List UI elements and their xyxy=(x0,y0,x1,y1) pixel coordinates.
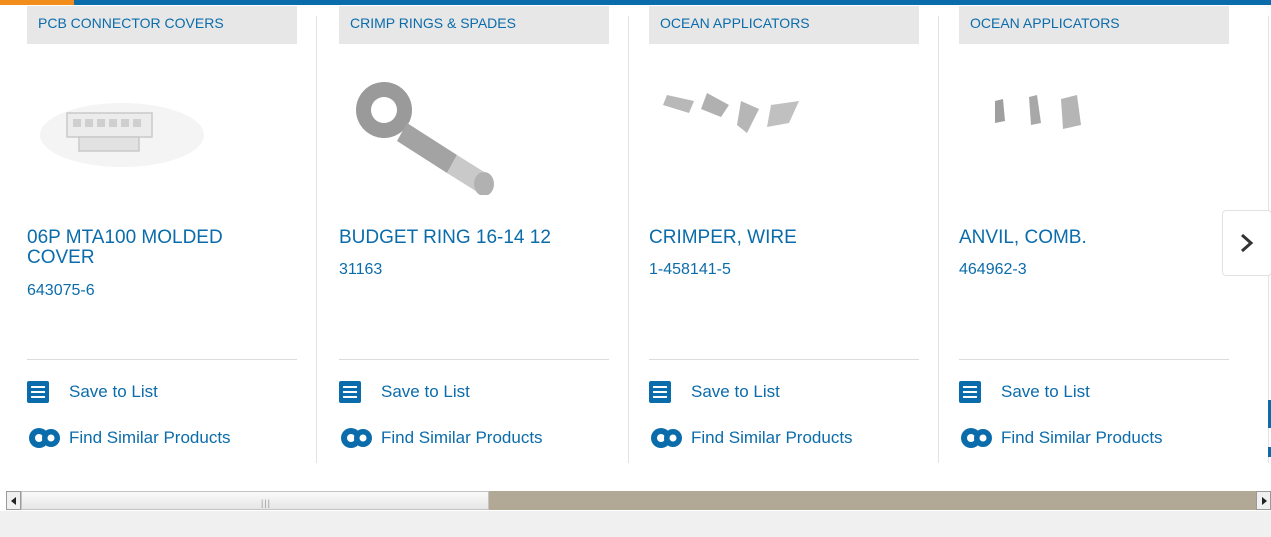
horizontal-scrollbar[interactable]: ||| xyxy=(6,491,1271,510)
save-to-list-label: Save to List xyxy=(381,382,470,401)
product-title[interactable]: ANVIL, COMB. xyxy=(959,228,1219,248)
gears-icon xyxy=(961,428,992,448)
find-similar-label: Find Similar Products xyxy=(1001,428,1163,447)
triangle-right-icon xyxy=(1261,496,1267,505)
part-number[interactable]: 643075-6 xyxy=(27,282,95,300)
part-number[interactable]: 464962-3 xyxy=(959,261,1027,279)
category-chip[interactable]: OCEAN APPLICATORS xyxy=(959,6,1229,44)
checklist-icon xyxy=(27,381,49,403)
product-image[interactable] xyxy=(959,65,1149,195)
product-title[interactable]: BUDGET RING 16-14 12 xyxy=(339,228,599,248)
chevron-right-icon xyxy=(1241,233,1254,253)
carousel-next-button[interactable] xyxy=(1222,210,1271,276)
gears-icon xyxy=(651,428,682,448)
part-number[interactable]: 1-458141-5 xyxy=(649,261,731,279)
find-similar-label: Find Similar Products xyxy=(691,428,853,447)
find-similar-button[interactable]: Find Similar Products xyxy=(339,426,543,450)
product-title[interactable]: CRIMPER, WIRE xyxy=(649,228,909,248)
save-to-list-button[interactable]: Save to List xyxy=(27,381,158,403)
card-separator xyxy=(628,16,629,463)
category-chip[interactable]: OCEAN APPLICATORS xyxy=(649,6,919,44)
card-divider xyxy=(649,359,919,360)
checklist-icon xyxy=(649,381,671,403)
checklist-icon xyxy=(339,381,361,403)
gears-icon xyxy=(29,428,60,448)
card-divider xyxy=(339,359,609,360)
category-chip[interactable]: CRIMP RINGS & SPADES xyxy=(339,6,609,44)
find-similar-button[interactable]: Find Similar Products xyxy=(27,426,231,450)
card-separator xyxy=(938,16,939,463)
product-image[interactable] xyxy=(649,65,839,195)
gears-icon xyxy=(341,428,372,448)
save-to-list-button[interactable]: Save to List xyxy=(339,381,470,403)
category-chip[interactable]: PCB CONNECTOR COVERS xyxy=(27,6,297,44)
find-similar-label: Find Similar Products xyxy=(381,428,543,447)
card-divider xyxy=(27,359,297,360)
find-similar-button[interactable]: Find Similar Products xyxy=(649,426,853,450)
product-title[interactable]: 06P MTA100 MOLDED COVER xyxy=(27,228,287,268)
save-to-list-label: Save to List xyxy=(691,382,780,401)
part-number[interactable]: 31163 xyxy=(339,261,382,279)
scroll-track[interactable] xyxy=(489,491,1256,510)
checklist-icon xyxy=(959,381,981,403)
product-card: CRIMP RINGS & SPADES BUDGET RING 16-14 1… xyxy=(339,0,629,465)
scroll-thumb[interactable]: ||| xyxy=(21,491,489,510)
product-carousel: PCB CONNECTOR COVERS 06P MTA100 MOLDED C… xyxy=(0,0,1271,465)
triangle-left-icon xyxy=(10,496,16,505)
card-separator xyxy=(316,16,317,463)
save-to-list-button[interactable]: Save to List xyxy=(649,381,780,403)
save-to-list-label: Save to List xyxy=(69,382,158,401)
scroll-left-button[interactable] xyxy=(6,491,21,510)
product-image[interactable] xyxy=(27,65,217,195)
product-image[interactable] xyxy=(339,65,529,195)
product-card: OCEAN APPLICATORS ANVIL, COMB. 464962-3 … xyxy=(959,0,1229,465)
product-card: OCEAN APPLICATORS CRIMPER, WIRE 1-458141… xyxy=(649,0,939,465)
card-divider xyxy=(959,359,1229,360)
save-to-list-button[interactable]: Save to List xyxy=(959,381,1090,403)
scroll-grip-icon: ||| xyxy=(261,498,272,508)
find-similar-button[interactable]: Find Similar Products xyxy=(959,426,1163,450)
footer-strip xyxy=(0,511,1271,537)
find-similar-label: Find Similar Products xyxy=(69,428,231,447)
product-card: PCB CONNECTOR COVERS 06P MTA100 MOLDED C… xyxy=(27,0,317,465)
scroll-right-button[interactable] xyxy=(1256,491,1271,510)
save-to-list-label: Save to List xyxy=(1001,382,1090,401)
